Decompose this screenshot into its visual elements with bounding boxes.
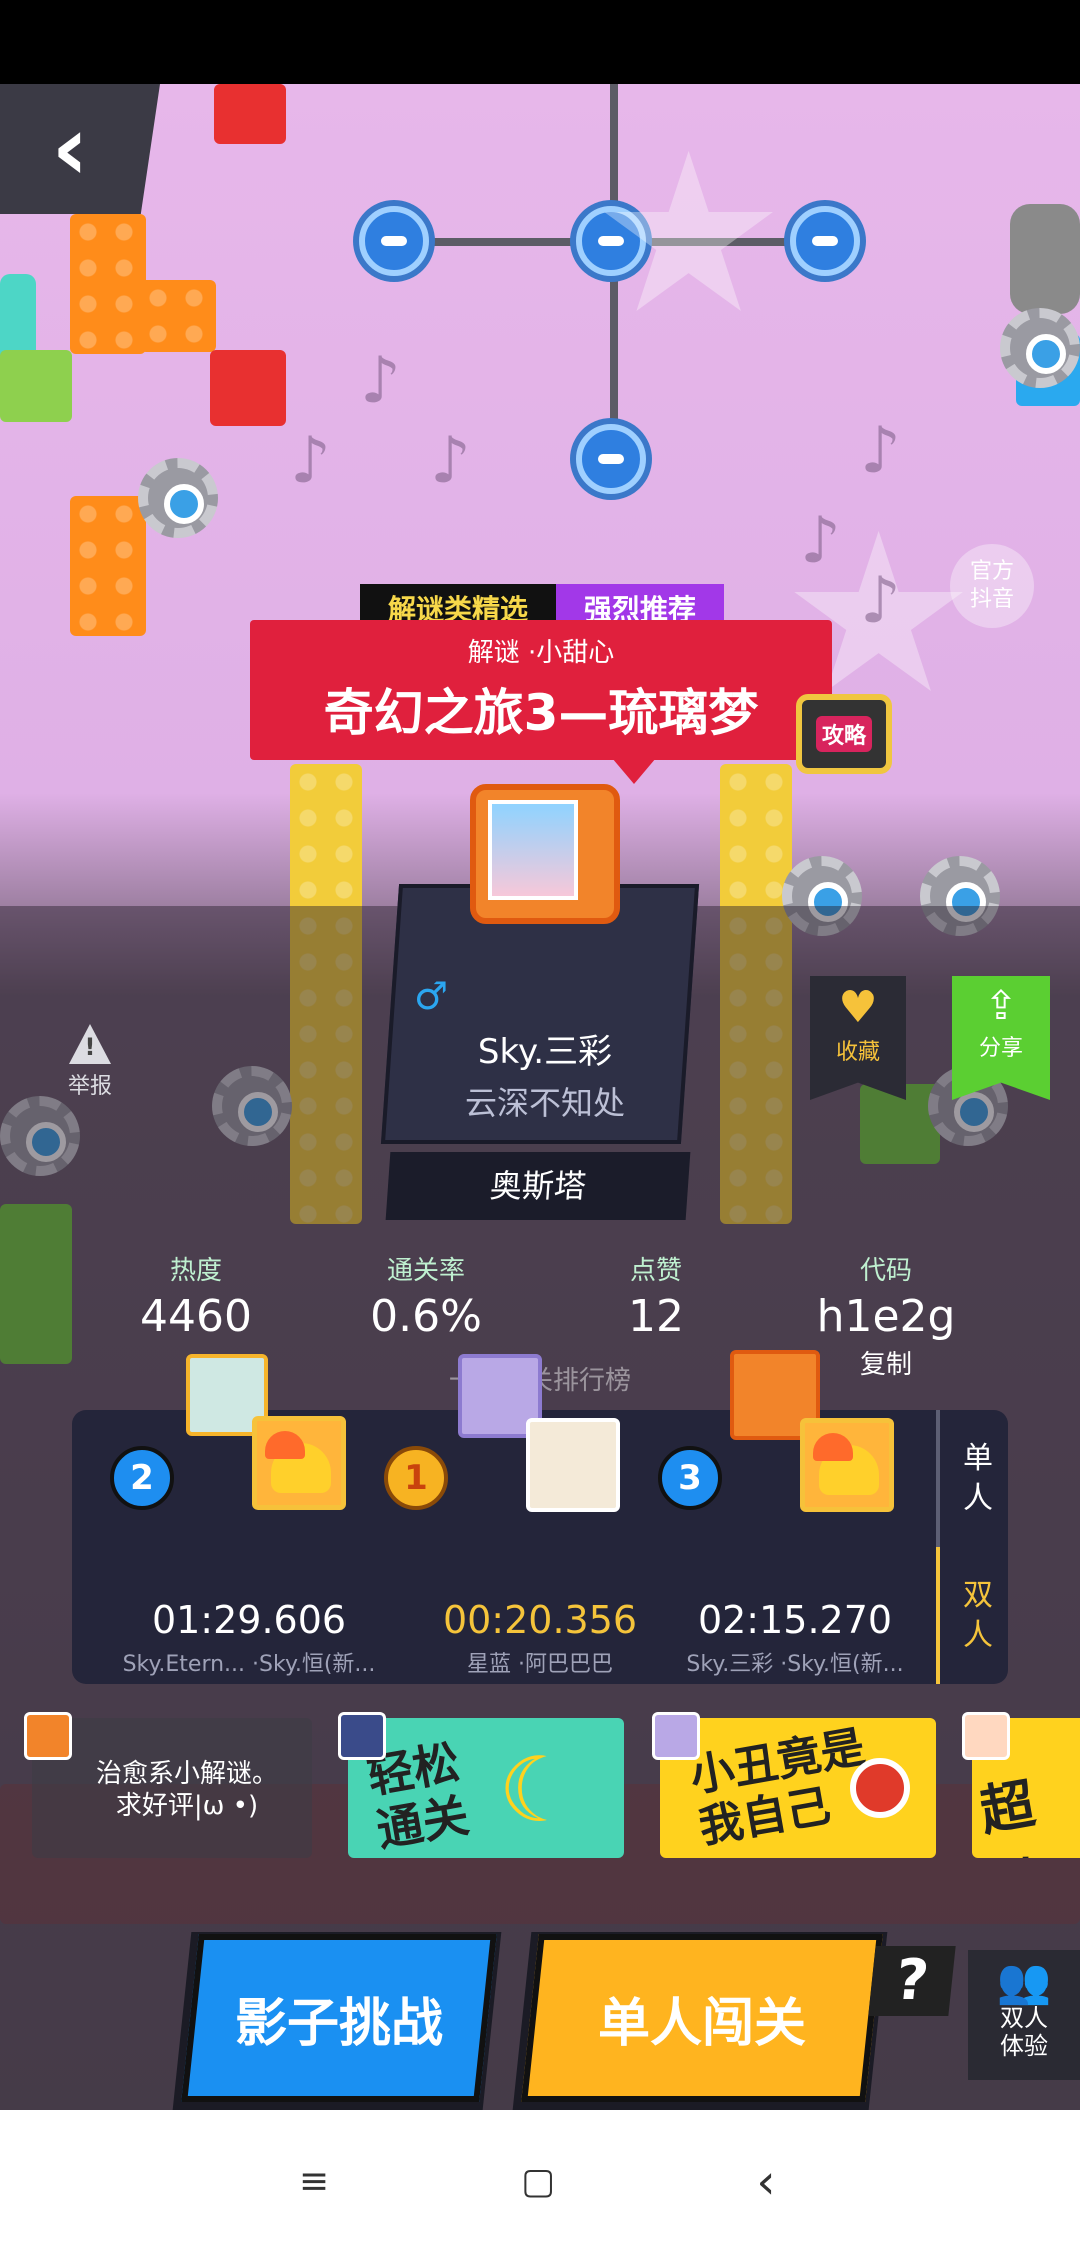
stat-value: 0.6%: [370, 1291, 482, 1342]
shadow-challenge-button[interactable]: 影子挑战: [181, 1934, 497, 2102]
entry-players: 星蓝 ·阿巴巴巴: [467, 1652, 613, 1677]
stat-value: h1e2g: [816, 1291, 956, 1342]
level-title: 奇幻之旅3—琉璃梦: [323, 684, 759, 742]
entry-time: 02:15.270: [697, 1598, 893, 1642]
tab-solo[interactable]: 单 人: [938, 1410, 1018, 1547]
duo-trial-button[interactable]: 👥 双人 体验: [968, 1950, 1080, 2080]
stat-likes: 点赞 12: [546, 1250, 766, 1342]
music-note-icon: ♪: [290, 424, 331, 498]
player-avatar[interactable]: [526, 1418, 620, 1512]
stat-label: 热度: [169, 1256, 222, 1286]
share-label: 分享: [978, 1036, 1023, 1061]
share-button[interactable]: ⇪ 分享: [952, 976, 1050, 1100]
game-screen: ★ ★ ♪ ♪ ♪ ♪ ♪ ♪ ‹ 官方 抖音 解谜类精选 强烈推荐 解谜 ·小…: [0, 84, 1080, 2110]
tab-duo[interactable]: 双 人: [938, 1547, 1018, 1684]
back-arrow-icon: ‹: [51, 96, 89, 201]
two-players-icon: 👥: [996, 1956, 1052, 2007]
green-block: [0, 350, 72, 422]
stat-clear-rate: 通关率 0.6%: [316, 1250, 536, 1342]
author-thumb: [338, 1712, 386, 1760]
entry-players: Sky.三彩 ·Sky.恒(新...: [686, 1652, 904, 1677]
music-note-icon: ♪: [860, 564, 901, 638]
rank-badge: 1: [384, 1446, 448, 1510]
player-avatar[interactable]: [252, 1416, 346, 1510]
help-button[interactable]: ?: [868, 1946, 956, 2016]
tnt-block: [210, 350, 286, 426]
back-nav-icon[interactable]: ‹: [746, 2158, 786, 2206]
stat-label: 代码: [859, 1256, 912, 1286]
recommended-level-label: 治愈系小解谜。 求好评|ω •): [95, 1759, 278, 1821]
report-label: 举报: [67, 1074, 112, 1099]
entry-time: 00:20.356: [442, 1598, 638, 1642]
guide-button[interactable]: 攻略: [796, 694, 892, 774]
stat-heat: 热度 4460: [86, 1250, 306, 1342]
favorite-button[interactable]: ♥ 收藏: [810, 976, 906, 1100]
node-icon: [359, 206, 429, 276]
orange-block: [70, 214, 146, 354]
author-avatar[interactable]: [470, 784, 620, 924]
author-subtitle: 云深不知处: [464, 1084, 625, 1122]
music-note-icon: ♪: [360, 344, 401, 418]
report-button[interactable]: ! 举报: [50, 1024, 130, 1100]
avatar-image: [488, 800, 578, 900]
recommended-level[interactable]: 轻松 通关 ☾: [348, 1718, 624, 1858]
solo-play-label: 单人闯关: [597, 1993, 806, 2054]
duck-avatar-icon: [813, 1433, 879, 1495]
recommended-level[interactable]: 小丑竟是 我自己: [660, 1718, 936, 1858]
author-thumb: [24, 1712, 72, 1760]
back-button[interactable]: ‹: [0, 84, 160, 214]
favorite-label: 收藏: [835, 1040, 880, 1065]
author-name: Sky.三彩: [477, 1032, 613, 1072]
solo-play-button[interactable]: 单人闯关: [521, 1934, 883, 2102]
rank-badge: 2: [110, 1446, 174, 1510]
heart-icon: ♥: [838, 982, 878, 1033]
music-note-icon: ♪: [800, 504, 841, 578]
recommended-level-label: 小丑竟是 我自己: [686, 1721, 869, 1854]
recommended-level-label: 超棒: [975, 1771, 1053, 1858]
recommended-level[interactable]: 治愈系小解谜。 求好评|ω •): [32, 1718, 312, 1858]
copy-code-button[interactable]: 复制: [836, 1344, 936, 1381]
clown-icon: [850, 1758, 910, 1818]
gear-icon: [138, 458, 218, 538]
home-icon[interactable]: ▢: [518, 2162, 558, 2202]
guide-label: 攻略: [815, 716, 872, 752]
stat-label: 通关率: [386, 1256, 465, 1286]
level-title-banner: 解谜 ·小甜心 奇幻之旅3—琉璃梦: [250, 620, 832, 784]
shadow-challenge-label: 影子挑战: [234, 1993, 443, 2054]
stat-code: 代码 h1e2g: [776, 1250, 996, 1342]
orange-block: [70, 496, 146, 636]
gear-icon: [1000, 308, 1080, 388]
stat-value: 4460: [140, 1291, 252, 1342]
node-icon: [576, 424, 646, 494]
warning-icon: !: [69, 1024, 111, 1064]
music-note-icon: ♪: [430, 424, 471, 498]
music-note-icon: ♪: [860, 414, 901, 488]
menu-icon[interactable]: ≡: [294, 2162, 334, 2202]
share-icon: ⇪: [984, 983, 1018, 1029]
official-douyin-button[interactable]: 官方 抖音: [950, 544, 1034, 628]
duo-trial-label: 双人 体验: [1000, 2004, 1048, 2060]
status-bar: [0, 0, 1080, 84]
level-author-line: 解谜 ·小甜心: [467, 638, 615, 668]
stat-value: 12: [628, 1291, 684, 1342]
rank-badge: 3: [658, 1446, 722, 1510]
duck-avatar-icon: [265, 1431, 331, 1493]
stone-head: [1010, 204, 1080, 314]
stat-label: 点赞: [629, 1256, 682, 1286]
star-decoration: ★: [590, 106, 788, 362]
entry-players: Sky.Etern... ·Sky.恒(新...: [122, 1652, 376, 1677]
author-location: 奥斯塔: [385, 1152, 691, 1220]
orange-block: [140, 280, 216, 352]
entry-time: 01:29.606: [151, 1598, 347, 1642]
node-icon: [790, 206, 860, 276]
system-nav-bar: ≡ ▢ ‹: [0, 2110, 1080, 2244]
author-thumb: [962, 1712, 1010, 1760]
banana-icon: ☾: [498, 1738, 579, 1843]
male-icon: ♂: [414, 974, 449, 1018]
player-avatar[interactable]: [800, 1418, 894, 1512]
tnt-block: [214, 84, 286, 144]
author-thumb: [652, 1712, 700, 1760]
